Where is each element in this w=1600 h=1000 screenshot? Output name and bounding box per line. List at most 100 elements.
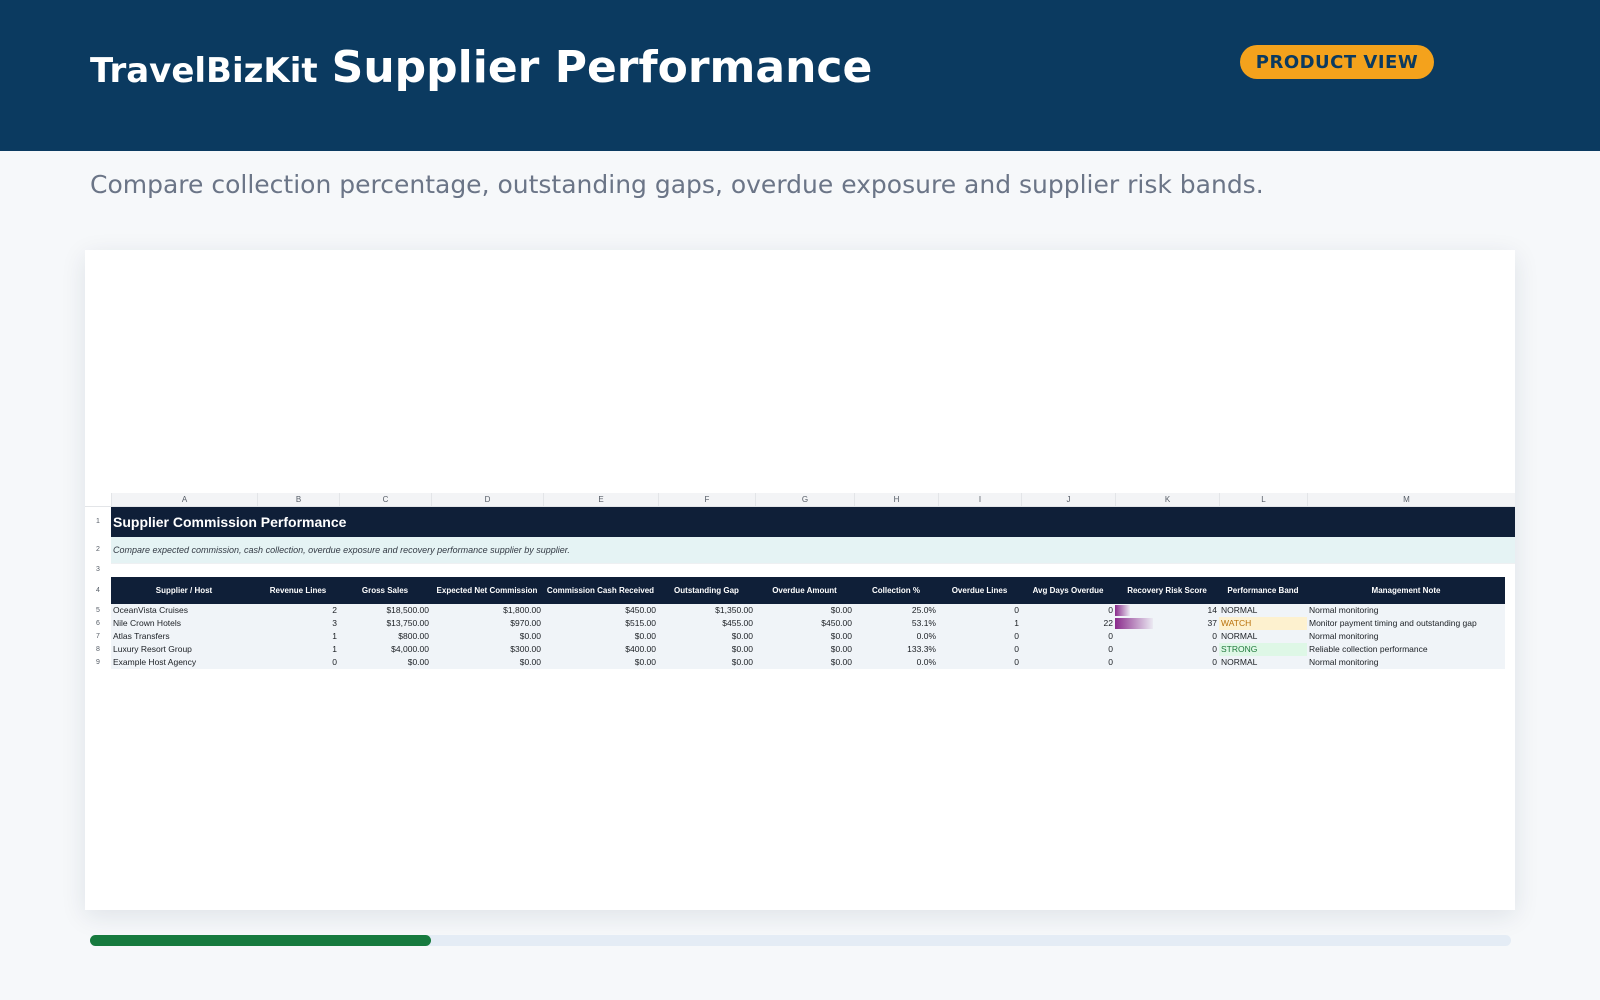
cell-gross-sales[interactable]: $0.00: [339, 656, 431, 669]
cell-overdue-amount[interactable]: $0.00: [755, 656, 854, 669]
sheet-title[interactable]: Supplier Commission Performance: [111, 507, 1515, 537]
table-row[interactable]: 9 Example Host Agency 0 $0.00 $0.00 $0.00 $0.0…: [85, 656, 1515, 669]
column-letter-k[interactable]: K: [1115, 493, 1219, 506]
cell-overdue-lines[interactable]: 0: [938, 656, 1021, 669]
column-letter-d[interactable]: D: [431, 493, 543, 506]
cell-overdue-amount[interactable]: $0.00: [755, 630, 854, 643]
cell-overdue-lines[interactable]: 0: [938, 604, 1021, 617]
cell-cash-received[interactable]: $450.00: [543, 604, 658, 617]
cell-overdue-lines[interactable]: 0: [938, 630, 1021, 643]
cell-expected-commission[interactable]: $970.00: [431, 617, 543, 630]
cell-outstanding-gap[interactable]: $1,350.00: [658, 604, 755, 617]
cell-avg-days-overdue[interactable]: 22: [1021, 617, 1115, 630]
cell-outstanding-gap[interactable]: $455.00: [658, 617, 755, 630]
cell-band[interactable]: WATCH: [1219, 617, 1307, 630]
cell-expected-commission[interactable]: $0.00: [431, 630, 543, 643]
column-letter-a[interactable]: A: [111, 493, 257, 506]
column-letter-m[interactable]: M: [1307, 493, 1505, 506]
cell-cash-received[interactable]: $400.00: [543, 643, 658, 656]
cell-risk-score[interactable]: 14: [1115, 604, 1219, 617]
cell-avg-days-overdue[interactable]: 0: [1021, 643, 1115, 656]
cell-risk-score[interactable]: 37: [1115, 617, 1219, 630]
cell-overdue-lines[interactable]: 0: [938, 643, 1021, 656]
column-header[interactable]: Gross Sales: [339, 577, 431, 604]
column-header[interactable]: Overdue Lines: [938, 577, 1021, 604]
cell-collection-pct[interactable]: 53.1%: [854, 617, 938, 630]
cell-gross-sales[interactable]: $13,750.00: [339, 617, 431, 630]
cell-collection-pct[interactable]: 25.0%: [854, 604, 938, 617]
cell-risk-score[interactable]: 0: [1115, 656, 1219, 669]
cell-outstanding-gap[interactable]: $0.00: [658, 643, 755, 656]
cell-revenue-lines[interactable]: 2: [257, 604, 339, 617]
cell-gross-sales[interactable]: $18,500.00: [339, 604, 431, 617]
column-letter-c[interactable]: C: [339, 493, 431, 506]
column-header[interactable]: Commission Cash Received: [543, 577, 658, 604]
cell-outstanding-gap[interactable]: $0.00: [658, 630, 755, 643]
column-header[interactable]: Outstanding Gap: [658, 577, 755, 604]
cell-revenue-lines[interactable]: 1: [257, 643, 339, 656]
cell-cash-received[interactable]: $0.00: [543, 656, 658, 669]
cell-expected-commission[interactable]: $1,800.00: [431, 604, 543, 617]
cell-note[interactable]: Monitor payment timing and outstanding g…: [1307, 617, 1505, 630]
column-letter-e[interactable]: E: [543, 493, 658, 506]
cell-overdue-amount[interactable]: $450.00: [755, 617, 854, 630]
cell-gross-sales[interactable]: $4,000.00: [339, 643, 431, 656]
cell-cash-received[interactable]: $0.00: [543, 630, 658, 643]
column-letter-i[interactable]: I: [938, 493, 1021, 506]
blank-cell[interactable]: [111, 563, 1515, 577]
cell-outstanding-gap[interactable]: $0.00: [658, 656, 755, 669]
cell-supplier[interactable]: Example Host Agency: [111, 656, 257, 669]
cell-supplier[interactable]: Atlas Transfers: [111, 630, 257, 643]
column-letter-g[interactable]: G: [755, 493, 854, 506]
column-header[interactable]: Overdue Amount: [755, 577, 854, 604]
column-letter-b[interactable]: B: [257, 493, 339, 506]
cell-risk-score[interactable]: 0: [1115, 630, 1219, 643]
cell-note[interactable]: Reliable collection performance: [1307, 643, 1505, 656]
column-header[interactable]: Expected Net Commission: [431, 577, 543, 604]
column-letter-l[interactable]: L: [1219, 493, 1307, 506]
cell-band[interactable]: NORMAL: [1219, 604, 1307, 617]
cell-band[interactable]: NORMAL: [1219, 656, 1307, 669]
cell-supplier[interactable]: OceanVista Cruises: [111, 604, 257, 617]
cell-overdue-amount[interactable]: $0.00: [755, 604, 854, 617]
cell-avg-days-overdue[interactable]: 0: [1021, 630, 1115, 643]
cell-avg-days-overdue[interactable]: 0: [1021, 656, 1115, 669]
sheet-description[interactable]: Compare expected commission, cash collec…: [111, 537, 1515, 563]
cell-gross-sales[interactable]: $800.00: [339, 630, 431, 643]
column-header[interactable]: Performance Band: [1219, 577, 1307, 604]
cell-cash-received[interactable]: $515.00: [543, 617, 658, 630]
cell-note[interactable]: Normal monitoring: [1307, 656, 1505, 669]
table-row[interactable]: 7 Atlas Transfers 1 $800.00 $0.00 $0.00 $0.00 $…: [85, 630, 1515, 643]
table-row[interactable]: 6 Nile Crown Hotels 3 $13,750.00 $970.00 $515…: [85, 617, 1515, 630]
cell-revenue-lines[interactable]: 1: [257, 630, 339, 643]
table-row[interactable]: 8 Luxury Resort Group 1 $4,000.00 $300.00 $40…: [85, 643, 1515, 656]
cell-expected-commission[interactable]: $0.00: [431, 656, 543, 669]
column-header[interactable]: Revenue Lines: [257, 577, 339, 604]
cell-supplier[interactable]: Nile Crown Hotels: [111, 617, 257, 630]
cell-expected-commission[interactable]: $300.00: [431, 643, 543, 656]
cell-note[interactable]: Normal monitoring: [1307, 630, 1505, 643]
cell-band[interactable]: NORMAL: [1219, 630, 1307, 643]
column-letter-h[interactable]: H: [854, 493, 938, 506]
cell-note[interactable]: Normal monitoring: [1307, 604, 1505, 617]
cell-revenue-lines[interactable]: 3: [257, 617, 339, 630]
cell-collection-pct[interactable]: 133.3%: [854, 643, 938, 656]
cell-supplier[interactable]: Luxury Resort Group: [111, 643, 257, 656]
cell-overdue-amount[interactable]: $0.00: [755, 643, 854, 656]
cell-risk-score[interactable]: 0: [1115, 643, 1219, 656]
cell-collection-pct[interactable]: 0.0%: [854, 630, 938, 643]
cell-band[interactable]: STRONG: [1219, 643, 1307, 656]
column-letter-j[interactable]: J: [1021, 493, 1115, 506]
column-header[interactable]: Collection %: [854, 577, 938, 604]
cell-overdue-lines[interactable]: 1: [938, 617, 1021, 630]
table-row[interactable]: 5 OceanVista Cruises 2 $18,500.00 $1,800.00 $…: [85, 604, 1515, 617]
column-letter-f[interactable]: F: [658, 493, 755, 506]
product-view-badge[interactable]: PRODUCT VIEW: [1240, 45, 1434, 79]
column-header[interactable]: Supplier / Host: [111, 577, 257, 604]
cell-collection-pct[interactable]: 0.0%: [854, 656, 938, 669]
cell-avg-days-overdue[interactable]: 0: [1021, 604, 1115, 617]
cell-revenue-lines[interactable]: 0: [257, 656, 339, 669]
column-header[interactable]: Recovery Risk Score: [1115, 577, 1219, 604]
column-header[interactable]: Management Note: [1307, 577, 1505, 604]
column-header[interactable]: Avg Days Overdue: [1021, 577, 1115, 604]
